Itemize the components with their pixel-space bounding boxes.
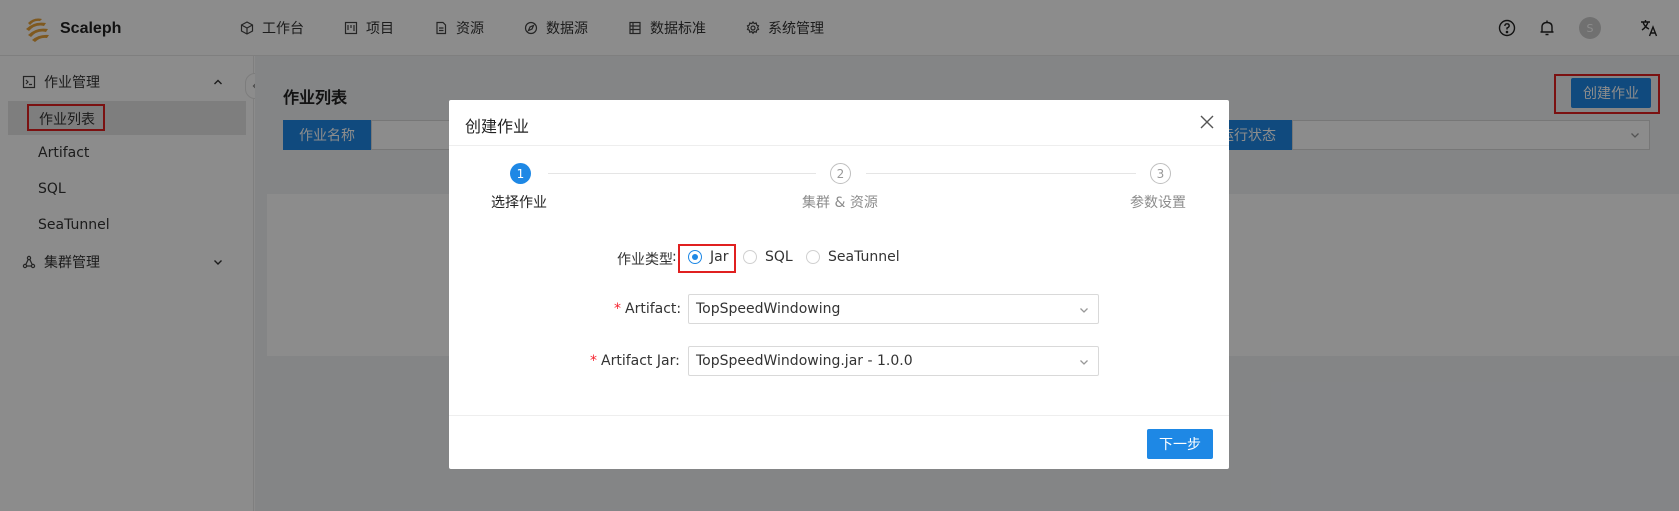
radio-unchecked-icon	[743, 250, 757, 264]
radio-sql[interactable]: SQL	[743, 249, 793, 265]
step-1-dot: 1	[510, 163, 531, 184]
label-colon: :	[672, 249, 677, 265]
modal-header: 创建作业	[449, 100, 1229, 146]
close-icon[interactable]	[1199, 114, 1215, 130]
step-3-label: 参数设置	[1130, 195, 1186, 211]
step-3-dot: 3	[1150, 163, 1171, 184]
radio-label: SeaTunnel	[828, 249, 900, 265]
step-2-dot: 2	[830, 163, 851, 184]
chevron-down-icon	[1080, 360, 1088, 365]
step-connector-1	[548, 173, 816, 174]
radio-unchecked-icon	[806, 250, 820, 264]
chevron-down-icon	[1080, 308, 1088, 313]
job-type-label: 作业类型	[617, 252, 673, 268]
next-step-button[interactable]: 下一步	[1147, 429, 1213, 459]
artifact-jar-select[interactable]: TopSpeedWindowing.jar - 1.0.0	[688, 346, 1099, 376]
step-2-label: 集群 & 资源	[802, 195, 878, 211]
step-connector-2	[866, 173, 1136, 174]
radio-seatunnel[interactable]: SeaTunnel	[806, 249, 900, 265]
artifact-label: * Artifact:	[614, 301, 682, 317]
highlight-box-jar-radio	[678, 244, 736, 273]
artifact-jar-label: * Artifact Jar:	[590, 353, 680, 369]
create-job-modal: 创建作业 下一步	[449, 100, 1229, 469]
artifact-select-value: TopSpeedWindowing	[696, 301, 841, 317]
step-1-label: 选择作业	[491, 195, 547, 211]
modal-title: 创建作业	[465, 117, 530, 136]
artifact-jar-select-value: TopSpeedWindowing.jar - 1.0.0	[696, 353, 913, 369]
modal-footer: 下一步	[449, 415, 1229, 469]
radio-label: SQL	[765, 249, 793, 265]
artifact-select[interactable]: TopSpeedWindowing	[688, 294, 1099, 324]
